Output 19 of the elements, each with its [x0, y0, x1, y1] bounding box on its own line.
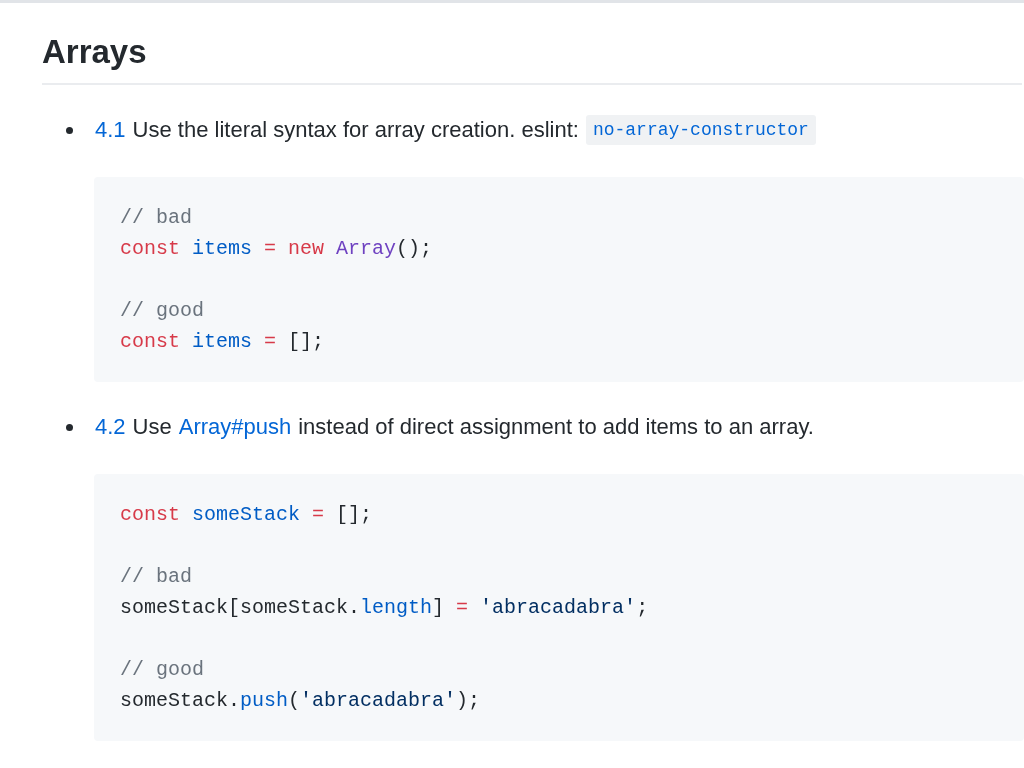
bullet-icon — [66, 424, 73, 431]
item-text: instead of direct assignment to add items to an array. — [298, 413, 814, 441]
doc-link[interactable]: Array#push — [178, 410, 292, 444]
code-line: const items = new Array(); — [120, 236, 433, 262]
item-text: Use — [132, 413, 172, 441]
code-comment: // bad — [120, 564, 192, 590]
code-line: const someStack = []; — [120, 502, 373, 528]
code-comment: // bad — [120, 205, 192, 231]
section-link[interactable]: 4.2 — [95, 410, 126, 444]
code-comment: // good — [120, 657, 204, 683]
code-line: const items = []; — [120, 329, 325, 355]
code-comment: // good — [120, 298, 204, 324]
section-heading: Arrays — [42, 32, 147, 72]
code-line: someStack.push('abracadabra'); — [120, 688, 481, 714]
inline-code: no-array-constructor — [585, 115, 816, 145]
section-link[interactable]: 4.1 — [95, 113, 126, 147]
item-text: Use the literal syntax for array creation. eslint: — [132, 116, 579, 144]
bullet-icon — [66, 127, 73, 134]
code-line: someStack[someStack.length] = 'abracadabra'; — [120, 595, 649, 621]
